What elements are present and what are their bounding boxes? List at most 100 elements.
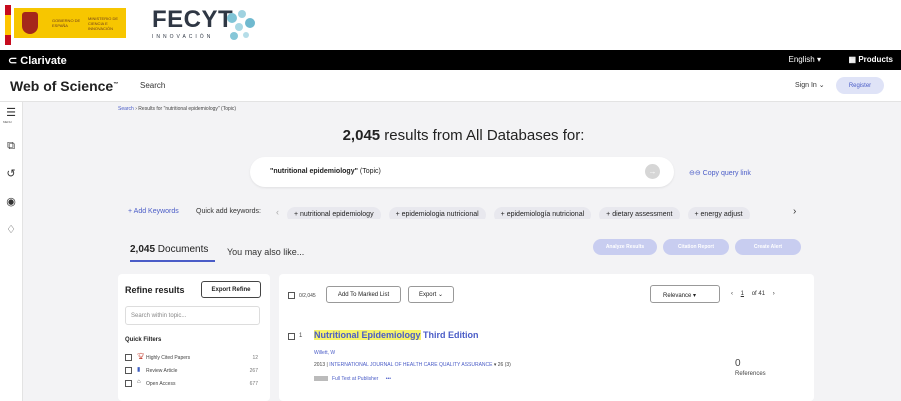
gov-banner: GOBIERNO DE ESPAÑA MINISTERIO DE CIENCIA… bbox=[0, 0, 901, 50]
tab-documents[interactable]: 2,045 Documents bbox=[130, 244, 208, 255]
record-volume: 26 (3) bbox=[496, 362, 511, 368]
left-rail: ☰ MENU ⧉ ↺ ◉ ♢ bbox=[0, 102, 23, 401]
ministry-text: MINISTERIO DE CIENCIA E INNOVACIÓN bbox=[88, 15, 119, 31]
record-journal[interactable]: INTERNATIONAL JOURNAL OF HEALTH CARE QUA… bbox=[328, 362, 492, 368]
filter-count: 12 bbox=[252, 355, 258, 361]
chevron-right-icon[interactable]: › bbox=[793, 206, 796, 217]
chevron-left-icon[interactable]: ‹ bbox=[276, 207, 279, 217]
full-text-link[interactable]: Full Text at Publisher bbox=[332, 376, 378, 382]
keyword-chip[interactable]: + nutritional epidemiology bbox=[287, 207, 381, 219]
record-number: 1 bbox=[299, 333, 303, 339]
record-links: Full Text at Publisher ••• bbox=[314, 376, 391, 382]
record-title-highlight: Nutritional Epidemiology bbox=[314, 330, 421, 340]
prev-page-icon[interactable]: ‹ bbox=[731, 291, 733, 297]
profile-icon[interactable]: ◉ bbox=[5, 196, 17, 208]
breadcrumb-current: Results for "nutritional epidemiology" (… bbox=[138, 106, 237, 112]
nav-search[interactable]: Search bbox=[140, 81, 165, 90]
add-keywords-link[interactable]: + Add Keywords bbox=[128, 208, 179, 215]
documents-label: Documents bbox=[155, 244, 209, 255]
create-alert-button[interactable]: Create Alert bbox=[735, 239, 801, 255]
filter-label: Review Article bbox=[146, 368, 178, 374]
breadcrumb: Search › Results for "nutritional epidem… bbox=[118, 106, 236, 112]
keyword-chip[interactable]: + dietary assessment bbox=[599, 207, 680, 219]
trophy-icon: 🏆︎ bbox=[137, 354, 145, 360]
gov-text: GOBIERNO DE ESPAÑA bbox=[52, 18, 81, 28]
fecyt-logo: FECYT INNOVACIÓN bbox=[152, 6, 234, 41]
wos-header: Web of Science™ Search Sign In ⌄ Registe… bbox=[0, 70, 901, 102]
next-page-icon[interactable]: › bbox=[773, 291, 775, 297]
breadcrumb-search[interactable]: Search bbox=[118, 106, 134, 112]
citation-report-button[interactable]: Citation Report bbox=[663, 239, 729, 255]
query-box[interactable]: "nutritional epidemiology" (Topic) → bbox=[250, 157, 674, 187]
results-panel: 0/2,045 Add To Marked List Export ⌄ Rele… bbox=[279, 274, 814, 401]
record-title[interactable]: Nutritional Epidemiology Third Edition bbox=[314, 330, 479, 340]
language-selector[interactable]: English ▾ bbox=[789, 55, 821, 64]
clarivate-label: Clarivate bbox=[20, 55, 67, 67]
quick-filter-row[interactable]: ▮ Review Article 267 bbox=[125, 367, 258, 375]
more-options-icon[interactable]: ••• bbox=[386, 376, 391, 382]
query-text: "nutritional epidemiology" (Topic) bbox=[270, 168, 381, 175]
menu-label: MENU bbox=[3, 120, 12, 124]
fecyt-sub: INNOVACIÓN bbox=[152, 34, 214, 40]
keyword-chip[interactable]: + energy adjust bbox=[687, 207, 750, 219]
checkbox[interactable] bbox=[125, 367, 132, 374]
documents-count: 2,045 bbox=[130, 244, 156, 255]
history-icon[interactable]: ↺ bbox=[5, 168, 17, 180]
add-to-marked-list-button[interactable]: Add To Marked List bbox=[326, 286, 401, 303]
sort-select[interactable]: Relevance ▾ bbox=[650, 285, 720, 303]
fecyt-name: FECYT bbox=[152, 6, 234, 33]
page-input[interactable]: 1 bbox=[735, 291, 750, 297]
filter-label: Open Access bbox=[146, 381, 176, 387]
alerts-bell-icon[interactable]: ♢ bbox=[5, 224, 17, 236]
record-source: 2013 | INTERNATIONAL JOURNAL OF HEALTH C… bbox=[314, 362, 511, 368]
filter-count: 267 bbox=[249, 368, 258, 374]
sign-in-button[interactable]: Sign In ⌄ bbox=[795, 81, 825, 89]
wos-logo[interactable]: Web of Science™ bbox=[10, 78, 118, 94]
references-count[interactable]: 0 bbox=[735, 358, 741, 369]
results-count: 2,045 bbox=[342, 127, 381, 144]
results-headline: 2,045 results from All Databases for: bbox=[0, 127, 901, 144]
pagination: ‹ 1 of 41 › bbox=[731, 291, 775, 297]
export-refine-button[interactable]: Export Refine bbox=[201, 281, 261, 298]
checkbox[interactable] bbox=[125, 380, 132, 387]
copy-query-link[interactable]: ⊖⊖ Copy query link bbox=[689, 169, 751, 177]
analyze-results-button[interactable]: Analyze Results bbox=[593, 239, 657, 255]
keyword-chip[interactable]: + epidemiologia nutricional bbox=[388, 207, 486, 219]
document-icon: ▮ bbox=[137, 367, 141, 373]
selected-count: 0/2,045 bbox=[299, 293, 316, 299]
checkbox[interactable] bbox=[125, 354, 132, 361]
eu-flag-icon bbox=[5, 5, 11, 45]
menu-icon[interactable]: ☰ bbox=[5, 107, 17, 119]
record-author[interactable]: Willett, W bbox=[314, 350, 335, 356]
publisher-logo-icon bbox=[314, 376, 328, 382]
quick-filter-row[interactable]: ⌂ Open Access 677 bbox=[125, 379, 258, 388]
keyword-chips: + nutritional epidemiology + epidemiologi… bbox=[287, 203, 784, 219]
record-title-rest: Third Edition bbox=[420, 330, 479, 340]
filter-count: 677 bbox=[249, 381, 258, 387]
clarivate-logo[interactable]: ⊂ Clarivate bbox=[8, 54, 67, 67]
quick-filter-row[interactable]: 🏆︎ Highly Cited Papers 12 bbox=[125, 354, 258, 362]
open-lock-icon: ⌂ bbox=[137, 379, 141, 385]
record-checkbox[interactable] bbox=[288, 333, 295, 340]
references-label: References bbox=[735, 371, 766, 377]
select-all-checkbox[interactable] bbox=[288, 292, 295, 299]
export-button[interactable]: Export ⌄ bbox=[408, 286, 454, 303]
total-pages: of 41 bbox=[751, 291, 766, 297]
gov-logo: GOBIERNO DE ESPAÑA MINISTERIO DE CIENCIA… bbox=[14, 8, 126, 38]
query-submit-icon[interactable]: → bbox=[645, 164, 660, 179]
record-year: 2013 | bbox=[314, 362, 328, 368]
query-field: (Topic) bbox=[357, 168, 381, 175]
clarivate-bar: ⊂ Clarivate English ▾ ▦ Products bbox=[0, 50, 901, 70]
query-term: "nutritional epidemiology" bbox=[270, 168, 358, 175]
tab-you-may-also-like[interactable]: You may also like... bbox=[227, 247, 304, 257]
refine-title: Refine results bbox=[125, 285, 185, 295]
register-button[interactable]: Register bbox=[836, 77, 884, 94]
products-menu[interactable]: ▦ Products bbox=[849, 55, 893, 64]
keyword-chip[interactable]: + epidemiología nutricional bbox=[493, 207, 592, 219]
results-text: results from All Databases for: bbox=[380, 127, 585, 144]
search-within-topic-input[interactable]: Search within topic... bbox=[125, 306, 260, 325]
breadcrumb-separator: › bbox=[135, 106, 137, 112]
coat-of-arms-icon bbox=[22, 12, 38, 34]
tab-active-indicator bbox=[130, 260, 215, 262]
wos-title: Web of Science bbox=[10, 78, 114, 94]
